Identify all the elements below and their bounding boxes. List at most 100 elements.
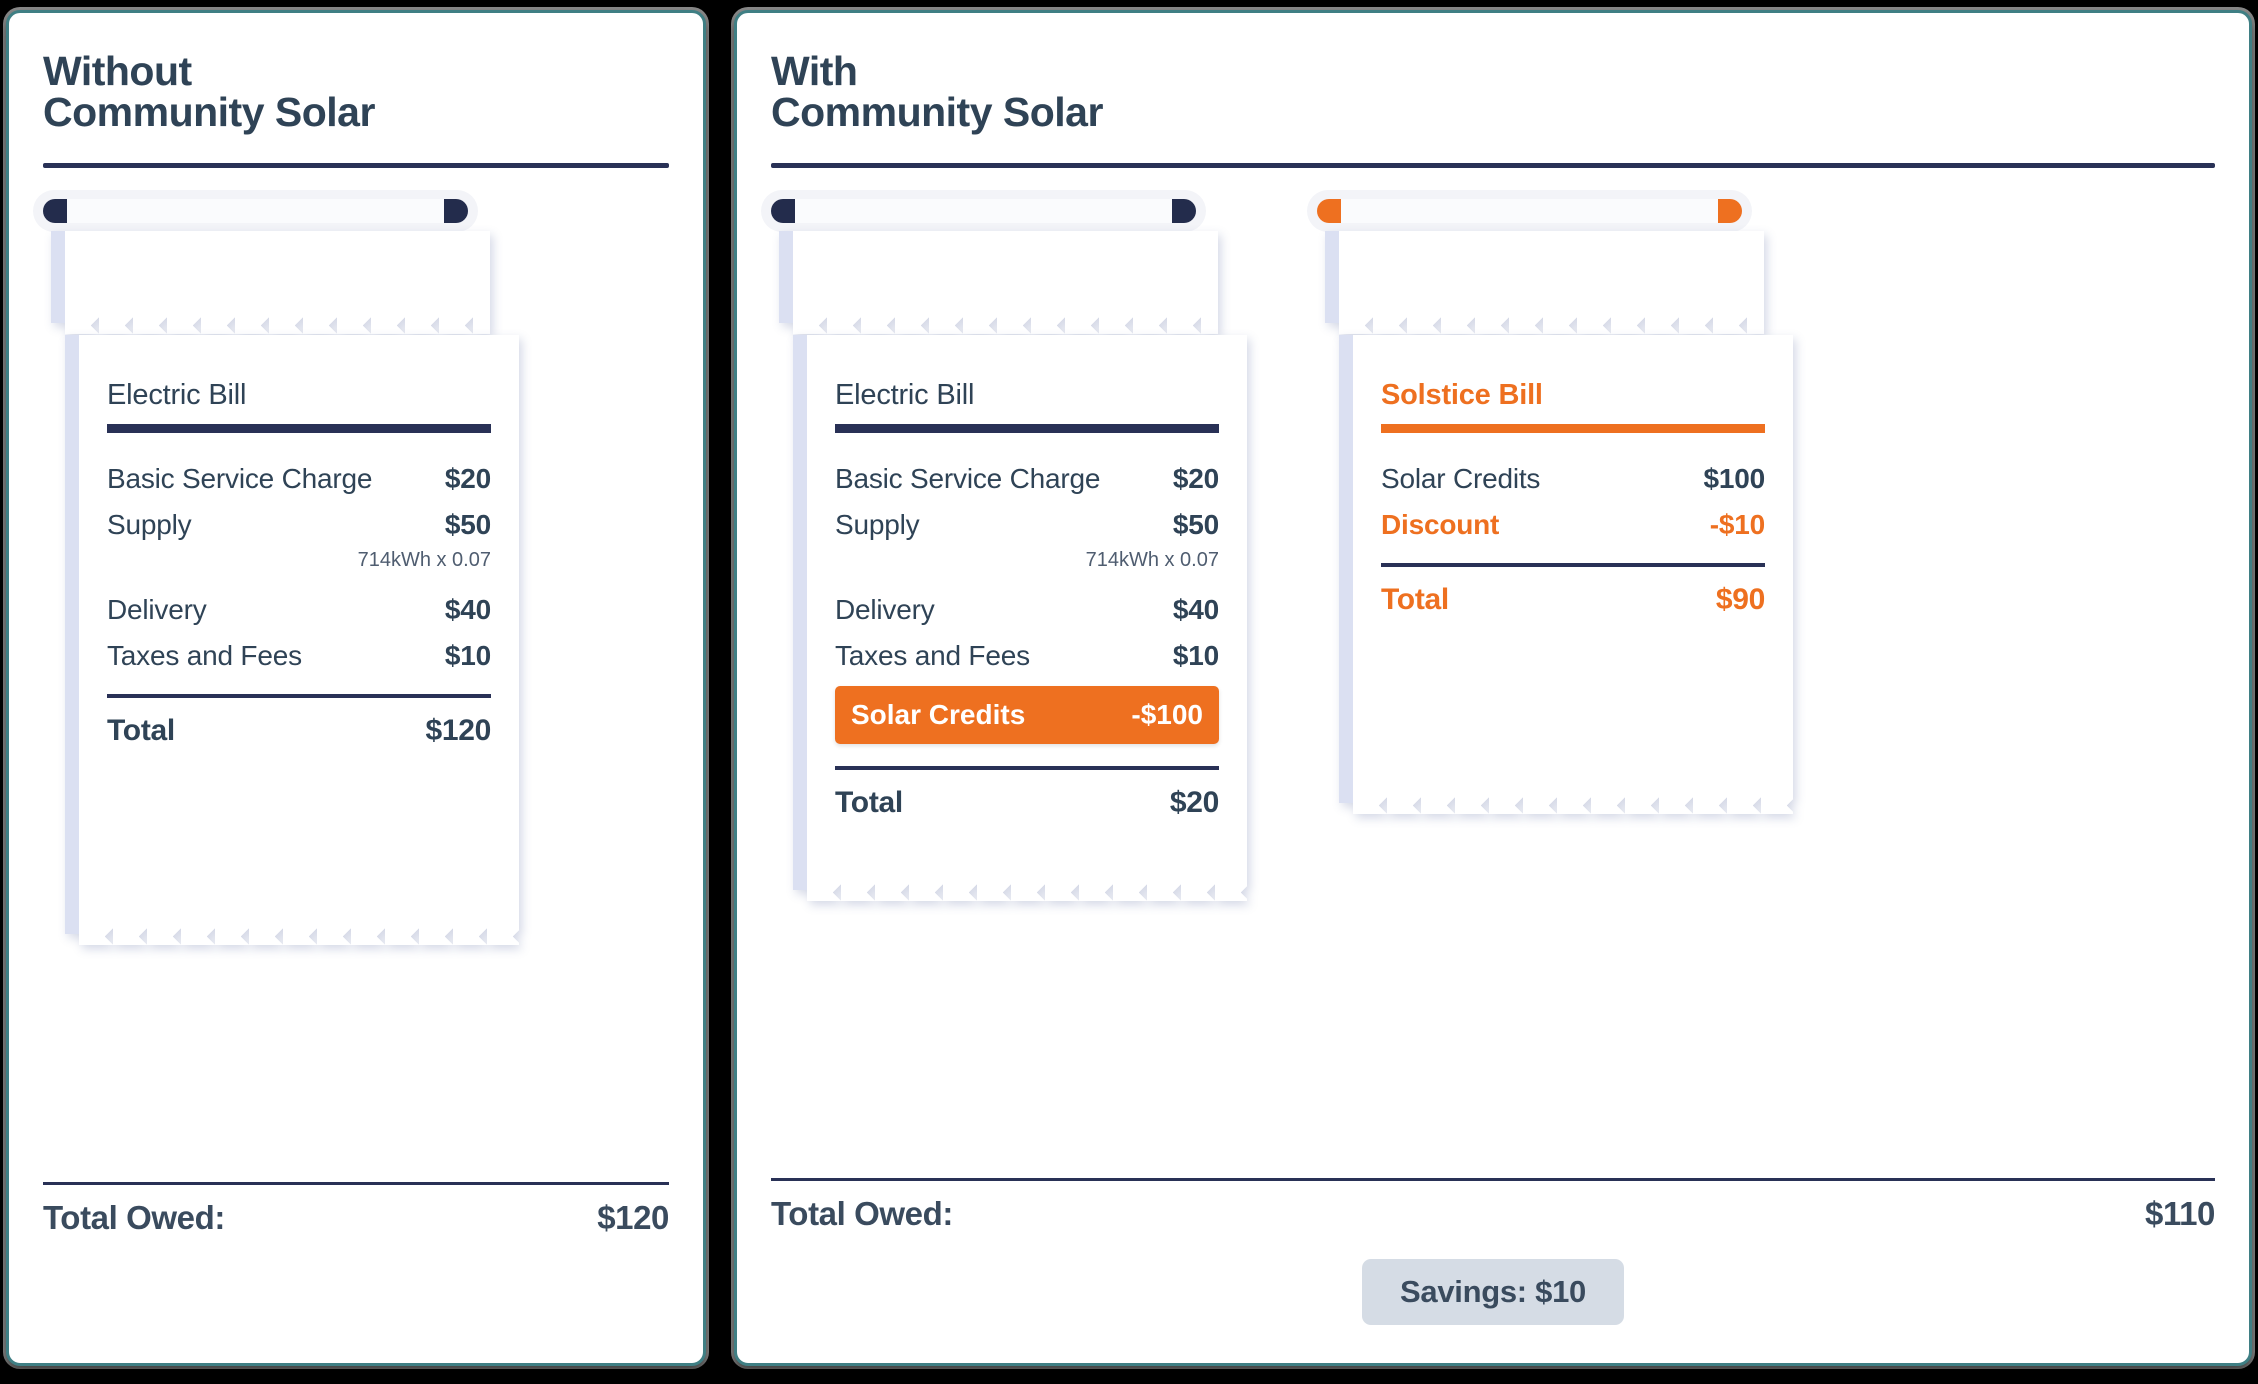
panel-footer-right: Total Owed: $110 Savings: $10 xyxy=(771,1178,2215,1353)
total-owed-label: Total Owed: xyxy=(43,1199,225,1236)
total-owed-row-right: Total Owed: $110 xyxy=(771,1195,2215,1259)
line-item-solar-credits-highlight: Solar Credits -$100 xyxy=(835,686,1219,744)
line-item-supply: Supply $50 xyxy=(107,509,491,541)
receipt-total-row: Total $120 xyxy=(107,714,491,748)
line-item-amount: $100 xyxy=(1703,463,1766,494)
page-title-with: With Community Solar xyxy=(771,48,1103,135)
line-item-label: Basic Service Charge xyxy=(835,463,1101,494)
hanger-tab-right-icon xyxy=(1172,199,1196,223)
receipt-stub-paper xyxy=(51,231,490,323)
receipt-stub-edge xyxy=(779,231,793,323)
line-item-amount: $40 xyxy=(1172,594,1219,625)
receipt-total-row: Total $20 xyxy=(835,786,1219,820)
receipt-total-divider xyxy=(107,694,491,698)
hanger-slot xyxy=(55,199,456,223)
receipt-total-label: Total xyxy=(835,786,903,819)
receipt-hanger-clip xyxy=(33,190,478,232)
receipt-stub-paper xyxy=(1325,231,1764,323)
savings-badge-wrap: Savings: $10 xyxy=(771,1259,2215,1349)
receipt-stack-left: Electric Bill Basic Service Charge $20 S… xyxy=(33,190,669,934)
receipt-total-amount: $90 xyxy=(1715,583,1765,616)
footer-divider xyxy=(43,1182,669,1185)
line-item-label: Taxes and Fees xyxy=(835,640,1030,671)
line-item-amount: $20 xyxy=(444,463,491,494)
footer-spacer xyxy=(43,1263,669,1349)
line-item-label: Supply xyxy=(107,509,192,540)
receipt-total-amount: $120 xyxy=(425,714,491,747)
line-item-amount: $10 xyxy=(444,640,491,671)
panel-with-community-solar: With Community Solar Electric Bill Basic… xyxy=(734,10,2252,1366)
receipt-total-label: Total xyxy=(107,714,175,747)
solar-credits-label: Solar Credits xyxy=(851,699,1026,730)
receipt-total-divider xyxy=(1381,563,1765,567)
line-item-delivery: Delivery $40 xyxy=(835,594,1219,626)
panel-footer-left: Total Owed: $120 xyxy=(43,1182,669,1353)
receipt-total-label: Total xyxy=(1381,583,1449,616)
title-divider xyxy=(771,163,2215,168)
line-item-basic-service-charge: Basic Service Charge $20 xyxy=(107,463,491,495)
hanger-tab-left-icon xyxy=(1317,199,1341,223)
hanger-tab-right-icon xyxy=(1718,199,1742,223)
line-item-delivery: Delivery $40 xyxy=(107,594,491,626)
receipt-total-amount: $20 xyxy=(1169,786,1219,819)
total-owed-row-left: Total Owed: $120 xyxy=(43,1199,669,1263)
bill-title-underline xyxy=(107,424,491,433)
receipt-body-electric: Electric Bill Basic Service Charge $20 S… xyxy=(65,335,519,934)
line-item-amount: $10 xyxy=(1172,640,1219,671)
total-owed-amount: $110 xyxy=(2145,1195,2215,1232)
receipt-stub-edge xyxy=(51,231,65,323)
total-owed-label: Total Owed: xyxy=(771,1195,953,1232)
receipt-body-electric-solar: Electric Bill Basic Service Charge $20 S… xyxy=(793,335,1247,890)
title-divider xyxy=(43,163,669,168)
footer-divider xyxy=(771,1178,2215,1181)
line-item-discount: Discount -$10 xyxy=(1381,509,1765,541)
receipt-hanger-clip xyxy=(1307,190,1752,232)
line-item-label: Supply xyxy=(835,509,920,540)
line-item-amount: $20 xyxy=(1172,463,1219,494)
receipt-total-row: Total $90 xyxy=(1381,583,1765,617)
hanger-tab-left-icon xyxy=(43,199,67,223)
receipt-body-solstice: Solstice Bill Solar Credits $100 Discoun… xyxy=(1339,335,1793,803)
receipt-left-edge xyxy=(1339,335,1353,803)
receipt-stub-paper xyxy=(779,231,1218,323)
line-item-label: Basic Service Charge xyxy=(107,463,373,494)
bill-title-solstice: Solstice Bill xyxy=(1381,379,1543,411)
receipt-electric-right: Electric Bill Basic Service Charge $20 S… xyxy=(761,190,1247,890)
status-badge-savings: Savings: $10 xyxy=(1362,1259,1624,1325)
bill-title-electric: Electric Bill xyxy=(107,379,247,411)
line-item-label: Discount xyxy=(1381,509,1500,540)
line-item-label: Delivery xyxy=(835,594,935,625)
receipt-total-divider xyxy=(835,766,1219,770)
line-item-supply: Supply $50 xyxy=(835,509,1219,541)
line-item-amount: -$10 xyxy=(1709,509,1765,540)
line-item-label: Delivery xyxy=(107,594,207,625)
line-item-solar-credits: Solar Credits $100 xyxy=(1381,463,1765,495)
line-item-amount: $50 xyxy=(444,509,491,540)
bill-title-electric: Electric Bill xyxy=(835,379,975,411)
receipt-solstice: Solstice Bill Solar Credits $100 Discoun… xyxy=(1307,190,1793,803)
receipt-left-edge xyxy=(793,335,807,890)
line-item-taxes-and-fees: Taxes and Fees $10 xyxy=(835,640,1219,672)
panel-without-community-solar: Without Community Solar Electric Bill Ba… xyxy=(6,10,706,1366)
line-item-amount: $40 xyxy=(444,594,491,625)
receipt-left-edge xyxy=(65,335,79,934)
line-item-taxes-and-fees: Taxes and Fees $10 xyxy=(107,640,491,672)
page-title-without: Without Community Solar xyxy=(43,48,375,135)
receipt-stack-right: Electric Bill Basic Service Charge $20 S… xyxy=(761,190,2215,890)
hanger-tab-right-icon xyxy=(444,199,468,223)
line-item-basic-service-charge: Basic Service Charge $20 xyxy=(835,463,1219,495)
hanger-slot xyxy=(783,199,1184,223)
line-item-supply-detail: 714kWh x 0.07 xyxy=(357,549,491,571)
hanger-tab-left-icon xyxy=(771,199,795,223)
comparison-screen: Without Community Solar Electric Bill Ba… xyxy=(0,0,2258,1384)
receipt-hanger-clip xyxy=(761,190,1206,232)
line-item-supply-detail: 714kWh x 0.07 xyxy=(1085,549,1219,571)
total-owed-amount: $120 xyxy=(597,1199,669,1236)
bill-title-underline xyxy=(835,424,1219,433)
receipt-electric-left: Electric Bill Basic Service Charge $20 S… xyxy=(33,190,519,934)
hanger-slot xyxy=(1329,199,1730,223)
line-item-amount: $50 xyxy=(1172,509,1219,540)
solar-credits-amount: -$100 xyxy=(1131,699,1203,730)
line-item-label: Solar Credits xyxy=(1381,463,1541,494)
bill-title-underline xyxy=(1381,424,1765,433)
